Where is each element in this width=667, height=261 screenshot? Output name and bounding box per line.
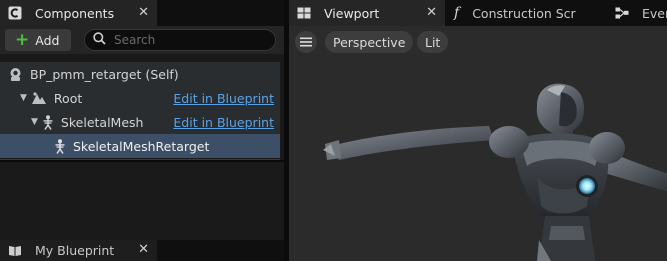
expand-arrow-icon[interactable]: ▼ (31, 117, 38, 127)
edit-in-blueprint-link[interactable]: Edit in Blueprint (173, 115, 274, 130)
components-panel: Components ✕ + Add BP_pmm_retarget (Self… (0, 0, 284, 261)
function-icon: f (454, 5, 460, 21)
tree-item-label: BP_pmm_retarget (Self) (30, 66, 179, 82)
search-field[interactable] (84, 29, 276, 51)
panel-splitter[interactable] (0, 160, 284, 162)
skeletal-mesh-icon (54, 138, 66, 154)
tab-event-graph[interactable]: Even (607, 0, 667, 26)
tab-construction-script-label: Construction Scr (472, 5, 576, 21)
event-graph-icon (615, 7, 629, 19)
edit-in-blueprint-link[interactable]: Edit in Blueprint (173, 91, 274, 106)
tab-my-blueprint[interactable]: My Blueprint ✕ (0, 240, 157, 261)
tree-item-skeletalmeshretarget[interactable]: SkeletalMeshRetarget (0, 134, 280, 158)
tree-item-self[interactable]: BP_pmm_retarget (Self) (0, 62, 280, 86)
tab-components-label: Components (35, 5, 115, 21)
tree-item-root[interactable]: ▼ Root Edit in Blueprint (0, 86, 280, 110)
search-input[interactable] (114, 33, 264, 47)
viewport-canvas[interactable]: Perspective Lit (289, 26, 667, 261)
search-icon (93, 32, 106, 48)
tab-viewport[interactable]: Viewport ✕ (289, 0, 445, 26)
components-icon (8, 6, 22, 20)
skeletal-mesh-icon (42, 114, 54, 130)
book-icon (8, 245, 22, 257)
close-icon[interactable]: ✕ (138, 5, 149, 20)
component-tree: BP_pmm_retarget (Self) ▼ Root Edit in Bl… (0, 62, 280, 158)
tab-event-graph-label: Even (642, 5, 667, 21)
tab-components[interactable]: Components ✕ (0, 0, 157, 26)
blueprint-self-icon (8, 67, 23, 82)
editor-tab-strip: Viewport ✕ f Construction Scr Even (289, 0, 667, 26)
tree-item-label: Root (53, 90, 83, 106)
tab-viewport-label: Viewport (324, 5, 380, 21)
components-tab-strip: Components ✕ (0, 0, 284, 26)
root-scene-icon (31, 91, 47, 105)
tab-my-blueprint-label: My Blueprint (35, 243, 115, 258)
tab-construction-script[interactable]: f Construction Scr (446, 0, 606, 26)
tree-item-label: SkeletalMesh (60, 114, 144, 130)
skeletal-mesh-preview (323, 83, 667, 261)
my-blueprint-tab-strip: My Blueprint ✕ (0, 240, 284, 261)
components-toolbar: + Add (0, 26, 284, 54)
add-label: Add (35, 32, 60, 48)
viewport-icon (297, 7, 311, 19)
close-icon[interactable]: ✕ (426, 5, 437, 20)
tree-item-label: SkeletalMeshRetarget (73, 138, 210, 154)
editor-area: Viewport ✕ f Construction Scr Even Persp… (289, 0, 667, 261)
expand-arrow-icon[interactable]: ▼ (20, 93, 27, 103)
close-icon[interactable]: ✕ (138, 242, 149, 257)
tree-item-skeletalmesh[interactable]: ▼ SkeletalMesh Edit in Blueprint (0, 110, 280, 134)
plus-icon: + (15, 29, 30, 50)
add-component-button[interactable]: + Add (5, 29, 71, 51)
